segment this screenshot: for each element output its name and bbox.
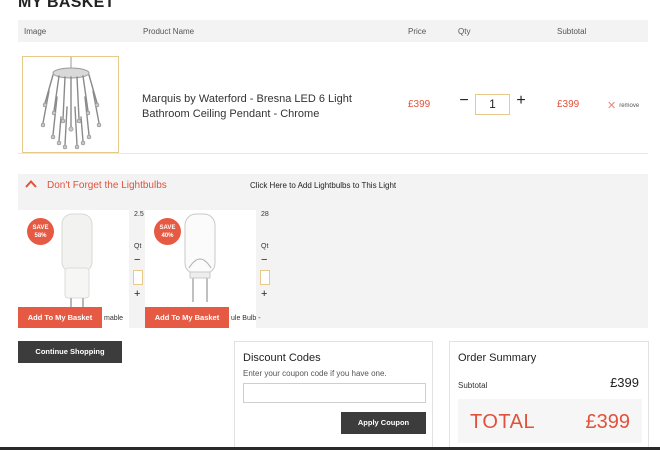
chandelier-image bbox=[40, 57, 102, 150]
discount-codes-panel: Discount Codes Enter your coupon code if… bbox=[234, 341, 433, 450]
order-summary-panel: Order Summary Subtotal £399 TOTAL £399 bbox=[449, 341, 649, 450]
item-price: £399 bbox=[408, 99, 431, 110]
product-qty-label-partial: Qt bbox=[261, 243, 269, 250]
add-to-basket-button[interactable]: Add To My Basket bbox=[18, 307, 102, 328]
order-total-band: TOTAL £399 bbox=[458, 399, 642, 443]
qty-decrease-button[interactable]: − bbox=[261, 255, 267, 266]
summary-subtotal-value: £399 bbox=[610, 375, 639, 390]
header-subtotal: Subtotal bbox=[557, 27, 587, 36]
product-qty-label-partial: Qt bbox=[134, 243, 142, 250]
save-badge-percent: 58% bbox=[34, 233, 47, 239]
product-name-partial: mable bbox=[104, 315, 124, 322]
product-name-partial: ule Bulb - bbox=[231, 315, 261, 322]
qty-decrease-button[interactable]: − bbox=[134, 255, 140, 266]
product-price-partial: 28 bbox=[261, 211, 269, 218]
quantity-input[interactable] bbox=[260, 270, 270, 285]
header-product-name: Product Name bbox=[143, 27, 195, 36]
product-price-partial: 2.5 bbox=[134, 211, 144, 218]
header-image: Image bbox=[24, 27, 47, 36]
chevron-up-icon bbox=[25, 180, 37, 188]
lightbulbs-title: Don't Forget the Lightbulbs bbox=[47, 180, 167, 191]
save-badge-label: SAVE bbox=[32, 225, 49, 231]
header-qty: Qty bbox=[458, 27, 471, 36]
product-name-link[interactable]: Marquis by Waterford - Bresna LED 6 Ligh… bbox=[142, 92, 402, 122]
total-value: £399 bbox=[585, 411, 631, 433]
order-summary-title: Order Summary bbox=[458, 352, 537, 364]
summary-subtotal-label: Subtotal bbox=[458, 381, 488, 390]
quantity-input[interactable]: 1 bbox=[475, 94, 510, 115]
save-badge: SAVE 58% bbox=[27, 218, 54, 245]
discount-title: Discount Codes bbox=[243, 352, 321, 364]
qty-increase-button[interactable]: + bbox=[261, 289, 267, 300]
qty-increase-button[interactable]: + bbox=[512, 93, 530, 111]
row-divider bbox=[18, 153, 648, 154]
basket-table-header: Image Product Name Price Qty Subtotal bbox=[18, 20, 648, 42]
quantity-input[interactable] bbox=[133, 270, 143, 285]
lightbulb-toggle-bar[interactable]: Don't Forget the Lightbulbs Click Here t… bbox=[18, 174, 648, 196]
product-image[interactable] bbox=[22, 56, 119, 153]
discount-subtitle: Enter your coupon code if you have one. bbox=[243, 369, 387, 378]
remove-label: remove bbox=[619, 103, 640, 109]
coupon-code-input[interactable] bbox=[243, 383, 426, 403]
save-badge-percent: 40% bbox=[161, 233, 174, 239]
add-to-basket-button[interactable]: Add To My Basket bbox=[145, 307, 229, 328]
close-icon: ✕ bbox=[607, 100, 617, 112]
continue-shopping-button[interactable]: Continue Shopping bbox=[18, 341, 122, 363]
save-badge: SAVE 40% bbox=[154, 218, 181, 245]
total-label: TOTAL bbox=[470, 411, 536, 433]
page-title: MY BASKET bbox=[18, 0, 115, 11]
item-subtotal: £399 bbox=[557, 99, 580, 110]
add-lightbulbs-link[interactable]: Click Here to Add Lightbulbs to This Lig… bbox=[250, 181, 396, 190]
qty-decrease-button[interactable]: − bbox=[455, 93, 473, 111]
qty-increase-button[interactable]: + bbox=[134, 289, 140, 300]
save-badge-label: SAVE bbox=[159, 225, 176, 231]
remove-item-button[interactable]: ✕ remove bbox=[607, 99, 639, 112]
header-price: Price bbox=[408, 27, 427, 36]
apply-coupon-button[interactable]: Apply Coupon bbox=[341, 412, 426, 434]
